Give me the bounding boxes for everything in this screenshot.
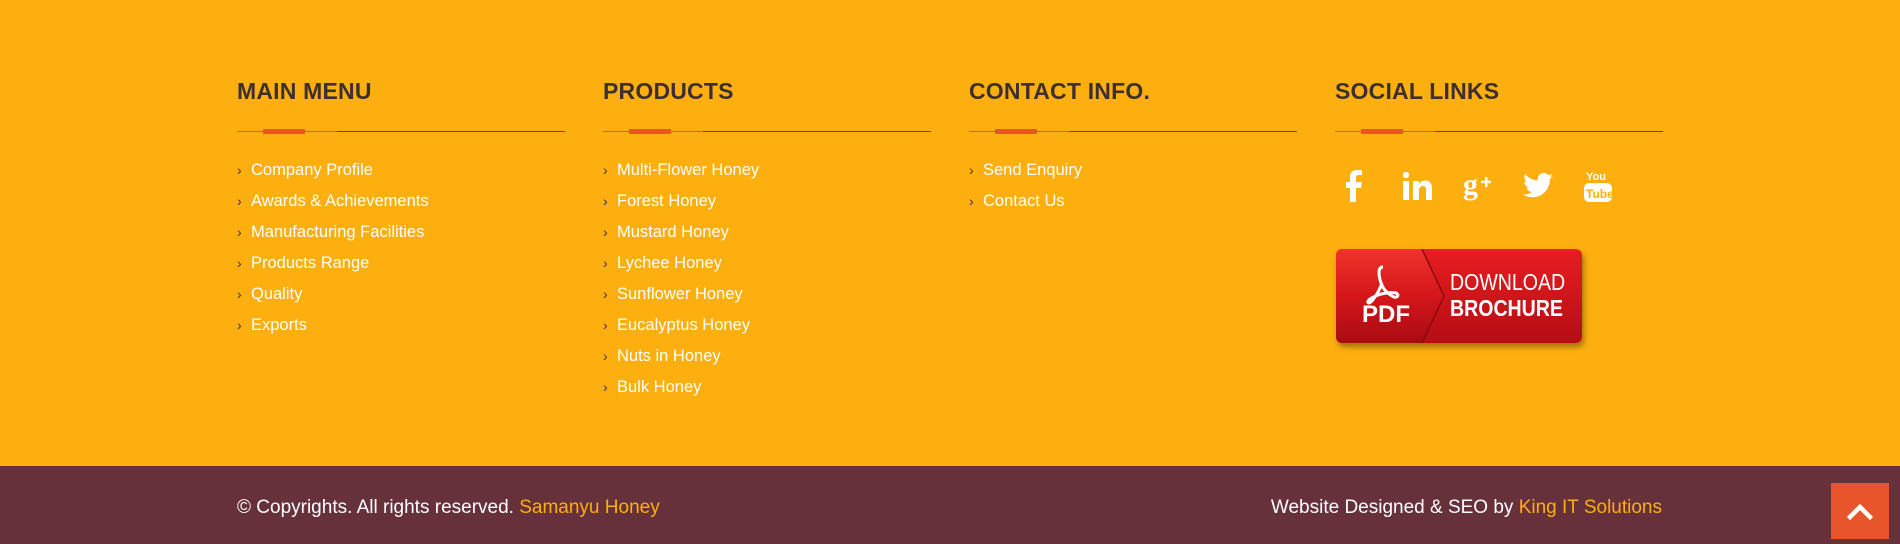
contact-list: › Send Enquiry › Contact Us xyxy=(969,160,1297,222)
svg-text:You: You xyxy=(1586,171,1606,183)
product-item[interactable]: › Sunflower Honey xyxy=(603,284,931,315)
chevron-right-icon: › xyxy=(603,317,608,333)
main-menu-list: › Company Profile › Awards & Achievements … xyxy=(237,160,565,346)
facebook-icon[interactable] xyxy=(1343,166,1403,206)
chevron-right-icon: › xyxy=(603,348,608,364)
social-heading: SOCIAL LINKS xyxy=(1335,78,1500,104)
chevron-right-icon: › xyxy=(969,162,974,178)
main-menu-item[interactable]: › Products Range xyxy=(237,253,565,284)
chevron-right-icon: › xyxy=(237,255,242,271)
main-menu-item[interactable]: › Company Profile xyxy=(237,160,565,191)
contact-item[interactable]: › Contact Us xyxy=(969,191,1297,222)
pdf-label: PDF xyxy=(1362,301,1410,328)
svg-text:Tube: Tube xyxy=(1586,187,1613,201)
main-menu-item[interactable]: › Manufacturing Facilities xyxy=(237,222,565,253)
products-heading: PRODUCTS xyxy=(603,78,734,104)
main-menu-item[interactable]: › Awards & Achievements xyxy=(237,191,565,222)
chevron-right-icon: › xyxy=(237,286,242,302)
contact-item[interactable]: › Send Enquiry xyxy=(969,160,1297,191)
credit-link[interactable]: King IT Solutions xyxy=(1519,497,1662,518)
credit-text: Website Designed & SEO by xyxy=(1270,497,1514,518)
contact-column: CONTACT INFO. › Send Enquiry › Contact Us xyxy=(969,76,1297,222)
chevron-right-icon: › xyxy=(237,317,242,333)
chevron-right-icon: › xyxy=(603,286,608,302)
product-item[interactable]: › Bulk Honey xyxy=(603,377,931,408)
heading-divider xyxy=(969,126,1297,138)
main-menu-heading: MAIN MENU xyxy=(237,78,372,104)
heading-divider xyxy=(603,126,931,138)
product-item[interactable]: › Nuts in Honey xyxy=(603,346,931,377)
brochure-line1: DOWNLOAD xyxy=(1450,269,1566,295)
copyright-text: © Copyrights. All rights reserved. xyxy=(237,497,514,518)
chevron-right-icon: › xyxy=(969,193,974,209)
download-brochure-button[interactable]: PDF DOWNLOAD BROCHURE xyxy=(1336,249,1582,343)
copyright: © Copyrights. All rights reserved. Saman… xyxy=(237,497,660,519)
main-menu-item[interactable]: › Exports xyxy=(237,315,565,346)
chevron-right-icon: › xyxy=(237,193,242,209)
chevron-up-icon xyxy=(1847,503,1873,520)
product-item[interactable]: › Forest Honey xyxy=(603,191,931,222)
chevron-right-icon: › xyxy=(603,162,608,178)
chevron-right-icon: › xyxy=(237,224,242,240)
chevron-right-icon: › xyxy=(603,224,608,240)
chevron-right-icon: › xyxy=(603,193,608,209)
designer-credit: Website Designed & SEO by King IT Soluti… xyxy=(1271,497,1662,519)
chevron-right-icon: › xyxy=(237,162,242,178)
contact-heading: CONTACT INFO. xyxy=(969,78,1151,104)
products-column: PRODUCTS › Multi-Flower Honey › Forest Hon… xyxy=(603,76,931,408)
linkedin-icon[interactable] xyxy=(1403,166,1463,206)
twitter-icon[interactable] xyxy=(1523,166,1583,206)
brochure-line2: BROCHURE xyxy=(1450,295,1563,321)
svg-text:g: g xyxy=(1463,170,1478,201)
chevron-right-icon: › xyxy=(603,255,608,271)
heading-divider xyxy=(237,126,565,138)
chevron-right-icon: › xyxy=(603,379,608,395)
google-plus-icon[interactable]: g xyxy=(1463,166,1523,206)
products-list: › Multi-Flower Honey › Forest Honey › Musta… xyxy=(603,160,931,408)
main-menu-item[interactable]: › Quality xyxy=(237,284,565,315)
youtube-icon[interactable]: You Tube xyxy=(1583,166,1643,206)
brand-link[interactable]: Samanyu Honey xyxy=(519,497,659,518)
product-item[interactable]: › Multi-Flower Honey xyxy=(603,160,931,191)
product-item[interactable]: › Eucalyptus Honey xyxy=(603,315,931,346)
product-item[interactable]: › Mustard Honey xyxy=(603,222,931,253)
main-menu-column: MAIN MENU › Company Profile › Awards & Ach… xyxy=(237,76,565,346)
scroll-to-top-button[interactable] xyxy=(1831,483,1889,539)
social-icons: g You Tube xyxy=(1343,166,1663,206)
product-item[interactable]: › Lychee Honey xyxy=(603,253,931,284)
heading-divider xyxy=(1335,126,1663,138)
social-column: SOCIAL LINKS g You Tube xyxy=(1335,76,1663,206)
